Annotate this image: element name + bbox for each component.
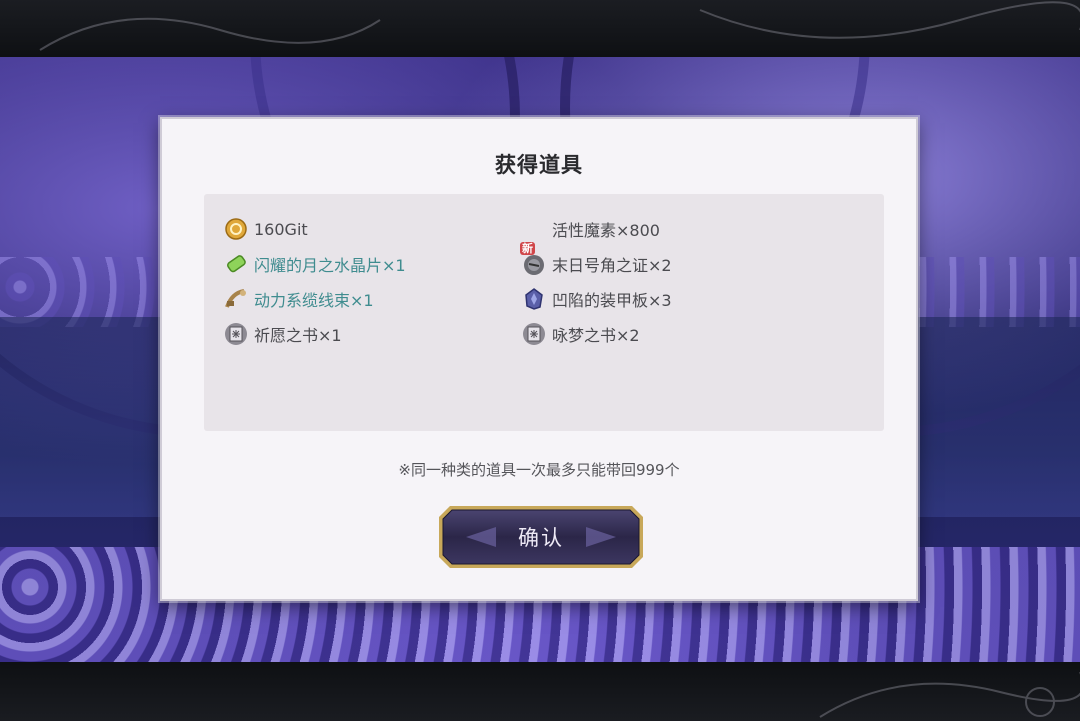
list-item: 祈愿之书×1 — [224, 320, 342, 348]
list-item: 咏梦之书×2 — [522, 320, 640, 348]
top-ornament-icon — [39, 1, 1080, 51]
items-panel: 160Git 闪耀的月之水晶片×1 动力系缆线束×1 祈愿之书×1 活性魔素×8… — [204, 194, 884, 431]
list-item: 160Git — [224, 215, 308, 243]
dark-orb-icon: 新 — [520, 242, 546, 276]
confirm-button[interactable]: 确认 — [436, 503, 646, 571]
bottom-ornament-icon — [819, 672, 1080, 718]
confirm-label: 确认 — [518, 526, 564, 550]
armor-plate-icon — [522, 287, 546, 311]
item-label: 动力系缆线束×1 — [254, 291, 374, 310]
green-crystal-icon — [224, 252, 248, 276]
carry-limit-note: ※同一种类的道具一次最多只能带回999个 — [398, 461, 680, 479]
new-badge: 新 — [520, 242, 535, 255]
item-label: 祈愿之书×1 — [254, 326, 342, 345]
item-label: 末日号角之证×2 — [552, 256, 672, 275]
list-item: 闪耀的月之水晶片×1 — [224, 250, 406, 278]
book-icon — [224, 322, 248, 346]
dialog-title: 获得道具 — [495, 153, 583, 177]
item-label: 凹陷的装甲板×3 — [552, 291, 672, 310]
cable-icon — [224, 287, 248, 311]
list-item: 凹陷的装甲板×3 — [522, 285, 672, 313]
book-icon — [522, 322, 546, 346]
list-item: 动力系缆线束×1 — [224, 285, 374, 313]
item-label: 闪耀的月之水晶片×1 — [254, 256, 406, 275]
top-bar — [0, 0, 1080, 57]
list-item: 新 末日号角之证×2 — [520, 242, 672, 278]
item-obtained-dialog: 获得道具 160Git 闪耀的月之水晶片×1 动力系缆线束×1 祈愿之书×1 活… — [160, 117, 918, 601]
item-label: 160Git — [254, 219, 308, 239]
item-label: 活性魔素×800 — [552, 221, 660, 240]
bottom-bar — [0, 662, 1080, 721]
list-item: 活性魔素×800 — [522, 215, 660, 243]
coin-icon — [224, 217, 248, 241]
item-label: 咏梦之书×2 — [552, 326, 640, 345]
